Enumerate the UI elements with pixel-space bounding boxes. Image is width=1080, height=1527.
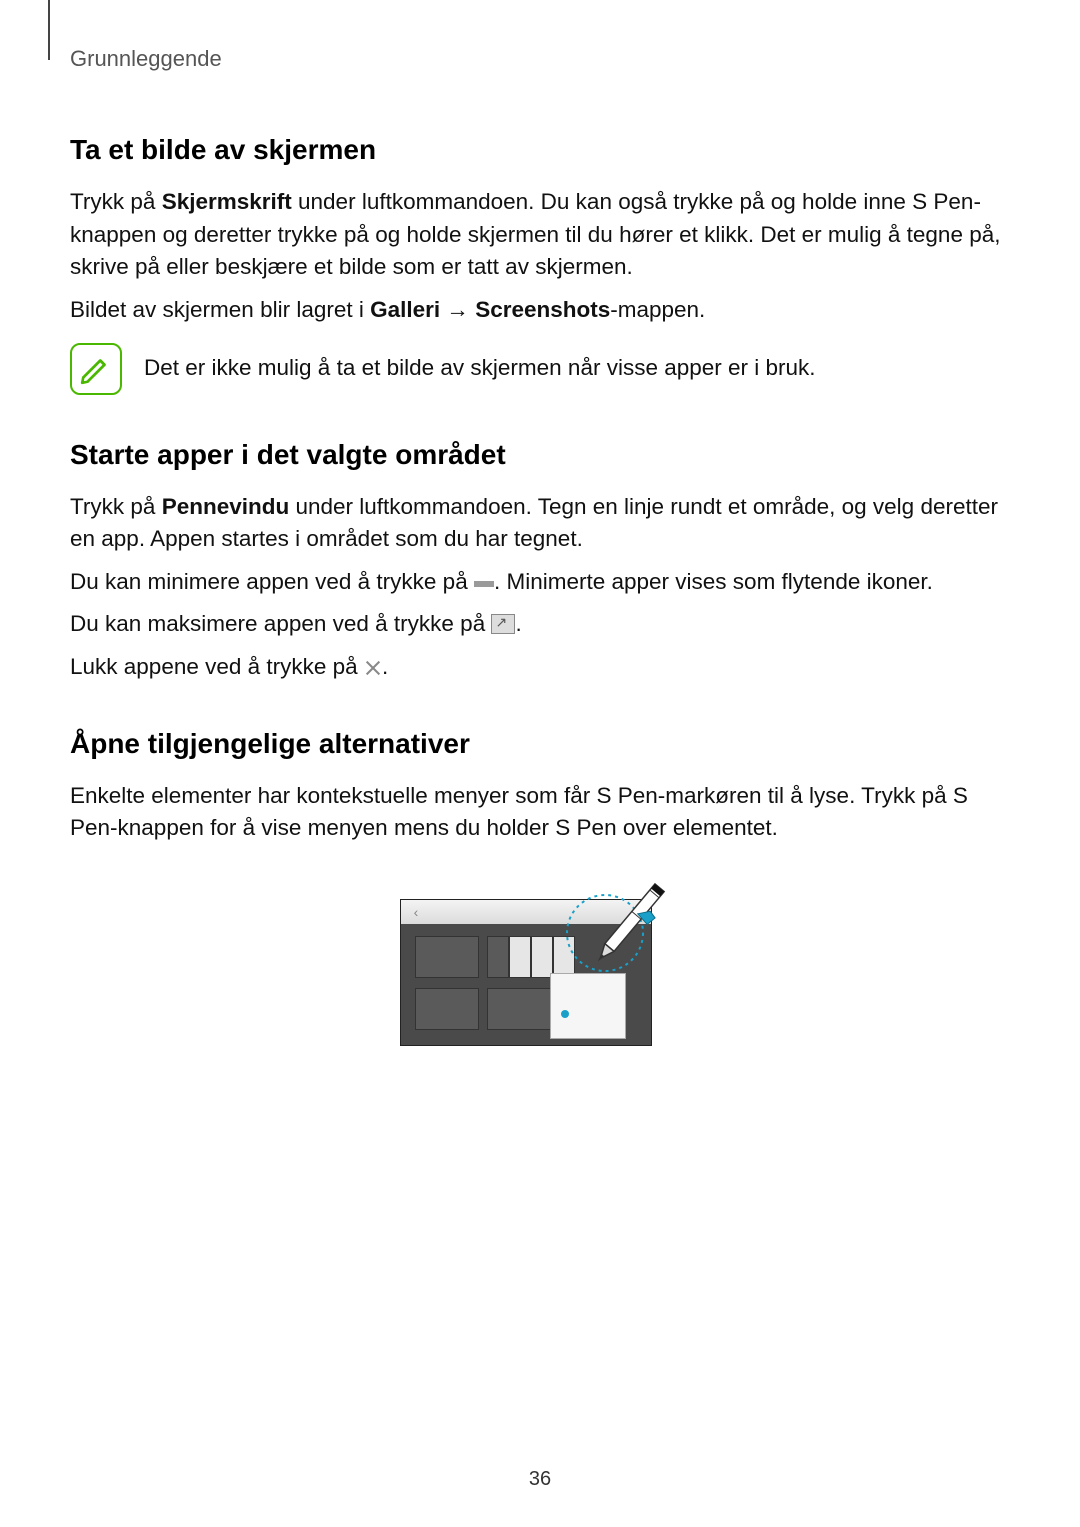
spen-callout [550, 863, 690, 1003]
para-close: Lukk appene ved å trykke på . [70, 651, 1010, 684]
header-rule [48, 0, 50, 60]
para-minimize: Du kan minimere appen ved å trykke på . … [70, 566, 1010, 599]
minimize-icon [474, 581, 494, 587]
pointer-dot [561, 1010, 569, 1018]
thumb-light [509, 936, 531, 978]
text: Du kan minimere appen ved å trykke på [70, 569, 474, 594]
para-screenshot-1: Trykk på Skjermskrift under luftkommando… [70, 186, 1010, 284]
bold-galleri: Galleri [370, 297, 440, 322]
section-screenshot: Ta et bilde av skjermen Trykk på Skjerms… [70, 134, 1010, 395]
note-icon [70, 343, 122, 395]
text: . [515, 611, 521, 636]
bold-skjermskrift: Skjermskrift [162, 189, 292, 214]
text: Lukk appene ved å trykke på [70, 654, 364, 679]
close-icon [364, 659, 382, 677]
note-text: Det er ikke mulig å ta et bilde av skjer… [144, 352, 816, 385]
text: Trykk på [70, 494, 162, 519]
note-row: Det er ikke mulig å ta et bilde av skjer… [70, 343, 1010, 395]
thumb [415, 988, 479, 1030]
para-maximize: Du kan maksimere appen ved å trykke på . [70, 608, 1010, 641]
page-number: 36 [0, 1468, 1080, 1491]
text: Bildet av skjermen blir lagret i [70, 297, 370, 322]
thumb [487, 936, 509, 978]
section-pennevindu: Starte apper i det valgte området Trykk … [70, 439, 1010, 684]
text: Trykk på [70, 189, 162, 214]
text: Du kan maksimere appen ved å trykke på [70, 611, 491, 636]
arrow-icon: → [440, 297, 475, 322]
thumb [415, 936, 479, 978]
heading-pennevindu: Starte apper i det valgte området [70, 439, 1010, 471]
section-alternatives: Åpne tilgjengelige alternativer Enkelte … [70, 728, 1010, 1049]
para-screenshot-2: Bildet av skjermen blir lagret i Galleri… [70, 294, 1010, 327]
para-pennevindu-1: Trykk på Pennevindu under luftkommandoen… [70, 491, 1010, 556]
breadcrumb: Grunnleggende [70, 46, 1010, 72]
text: . [382, 654, 388, 679]
para-alternatives: Enkelte elementer har kontekstuelle meny… [70, 780, 1010, 845]
text: -mappen. [610, 297, 705, 322]
illustration-spen: ‹ [400, 869, 680, 1049]
back-chevron-icon: ‹ [407, 903, 425, 921]
heading-alternatives: Åpne tilgjengelige alternativer [70, 728, 1010, 760]
thumb [487, 988, 551, 1030]
text: . Minimerte apper vises som flytende iko… [494, 569, 933, 594]
bold-screenshots: Screenshots [475, 297, 610, 322]
bold-pennevindu: Pennevindu [162, 494, 290, 519]
maximize-icon [491, 614, 515, 634]
heading-screenshot: Ta et bilde av skjermen [70, 134, 1010, 166]
